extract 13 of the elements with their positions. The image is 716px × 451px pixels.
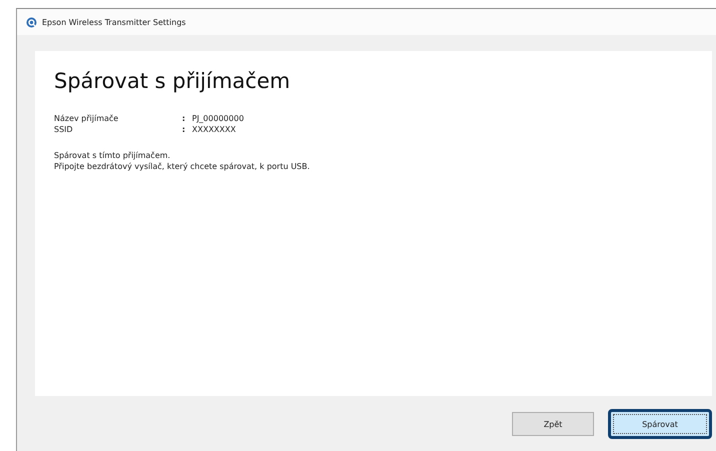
info-label: SSID	[54, 124, 74, 135]
message-text: Připojte bezdrátový vysílač, který chcete spárovat, k portu USB.	[54, 161, 311, 172]
info-separator: :	[182, 124, 186, 135]
app-icon	[26, 16, 37, 28]
page-heading: Spárovat s přijímačem	[54, 69, 292, 93]
dialog-button[interactable]: Zpět	[512, 412, 594, 436]
message-text: Spárovat s tímto přijímačem.	[54, 150, 172, 161]
info-value: PJ_00000000	[192, 113, 244, 124]
window-title: Epson Wireless Transmitter Settings	[42, 18, 186, 26]
info-label: Název přijímače	[54, 113, 120, 124]
dialog-button[interactable]: Spárovat	[608, 409, 712, 439]
info-separator: :	[182, 113, 186, 124]
info-value: XXXXXXXX	[192, 124, 237, 135]
